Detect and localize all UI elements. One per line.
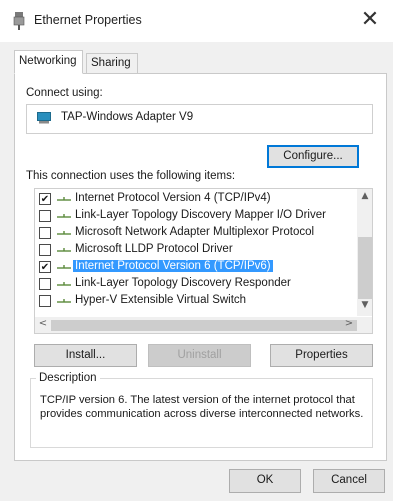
list-item[interactable]: Link-Layer Topology Discovery Responder xyxy=(35,276,357,293)
connect-using-label: Connect using: xyxy=(26,87,103,99)
items-label: This connection uses the following items… xyxy=(26,170,236,182)
network-component-icon xyxy=(57,214,71,218)
close-button[interactable]: ✕ xyxy=(352,6,388,36)
item-checkbox[interactable]: ✔ xyxy=(39,261,51,273)
cancel-button[interactable]: Cancel xyxy=(313,469,385,493)
properties-button[interactable]: Properties xyxy=(270,344,373,367)
item-label: Microsoft LLDP Protocol Driver xyxy=(75,243,233,255)
item-checkbox[interactable] xyxy=(39,295,51,307)
network-adapter-icon xyxy=(37,112,51,124)
item-label: Internet Protocol Version 4 (TCP/IPv4) xyxy=(75,192,271,204)
list-item[interactable]: ✔ Internet Protocol Version 4 (TCP/IPv4) xyxy=(35,191,357,208)
item-checkbox[interactable] xyxy=(39,278,51,290)
scroll-up-arrow-icon[interactable]: ▲ xyxy=(357,191,372,205)
item-label: Microsoft Network Adapter Multiplexor Pr… xyxy=(75,226,315,238)
description-legend: Description xyxy=(36,372,100,384)
list-item[interactable]: Hyper-V Extensible Virtual Switch xyxy=(35,293,357,310)
list-item-selected[interactable]: ✔ Internet Protocol Version 6 (TCP/IPv6) xyxy=(35,259,357,276)
list-item[interactable]: Link-Layer Topology Discovery Mapper I/O… xyxy=(35,208,357,225)
window-title: Ethernet Properties xyxy=(34,13,142,27)
network-component-icon xyxy=(57,282,71,286)
ok-button[interactable]: OK xyxy=(229,469,301,493)
item-checkbox[interactable]: ✔ xyxy=(39,193,51,205)
scroll-right-arrow-icon[interactable]: > xyxy=(342,318,356,333)
description-text: TCP/IP version 6. The latest version of … xyxy=(40,394,364,420)
adapter-name: TAP-Windows Adapter V9 xyxy=(61,111,194,123)
scroll-left-arrow-icon[interactable]: < xyxy=(37,318,49,333)
item-label: Link-Layer Topology Discovery Responder xyxy=(75,277,291,289)
item-label: Hyper-V Extensible Virtual Switch xyxy=(75,294,247,306)
list-item[interactable]: Microsoft LLDP Protocol Driver xyxy=(35,242,357,259)
item-label: Internet Protocol Version 6 (TCP/IPv6) xyxy=(73,260,273,272)
item-checkbox[interactable] xyxy=(39,210,51,222)
network-component-icon xyxy=(57,197,71,201)
network-component-icon xyxy=(57,265,71,269)
tab-sharing[interactable]: Sharing xyxy=(86,53,138,73)
install-button[interactable]: Install... xyxy=(34,344,137,367)
scrollbar-corner xyxy=(357,317,372,333)
network-component-icon xyxy=(57,299,71,303)
vertical-scroll-thumb[interactable] xyxy=(358,237,372,299)
network-component-icon xyxy=(57,248,71,252)
list-item[interactable]: Microsoft Network Adapter Multiplexor Pr… xyxy=(35,225,357,242)
ethernet-plug-icon xyxy=(13,12,25,30)
tab-networking[interactable]: Networking xyxy=(14,50,83,74)
item-checkbox[interactable] xyxy=(39,244,51,256)
uninstall-button[interactable]: Uninstall xyxy=(148,344,251,367)
item-checkbox[interactable] xyxy=(39,227,51,239)
horizontal-scroll-thumb[interactable] xyxy=(51,320,357,331)
items-list[interactable]: ✔ Internet Protocol Version 4 (TCP/IPv4)… xyxy=(34,188,373,334)
configure-button[interactable]: Configure... xyxy=(267,145,359,168)
network-component-icon xyxy=(57,231,71,235)
item-label: Link-Layer Topology Discovery Mapper I/O… xyxy=(75,209,326,221)
scroll-down-arrow-icon[interactable]: ▼ xyxy=(357,300,372,314)
